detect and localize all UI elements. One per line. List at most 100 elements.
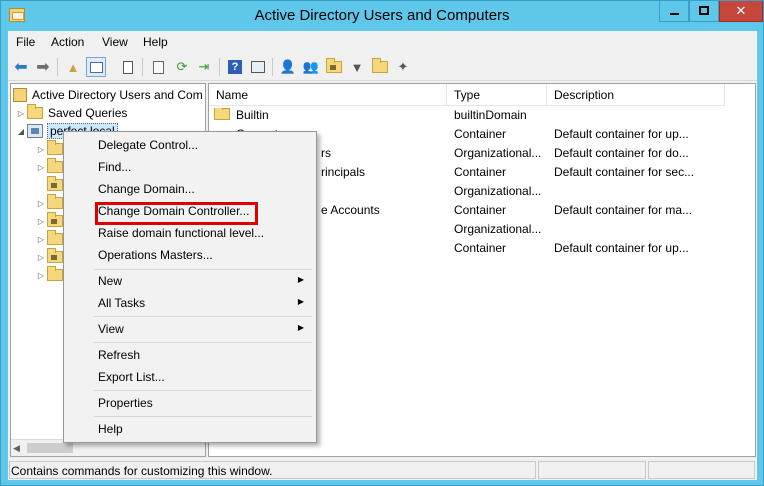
toolbar-separator [57, 58, 58, 76]
menu-item-properties[interactable]: Properties [66, 392, 314, 414]
list-cell-description: Default container for up... [554, 241, 689, 255]
status-bar: Contains commands for customizing this w… [8, 459, 757, 480]
list-cell-type: Container [454, 165, 507, 179]
tree-item-label: Saved Queries [48, 106, 128, 120]
menu-separator [94, 316, 312, 317]
menu-item-label: New [98, 274, 123, 288]
menu-item-change-domain[interactable]: Change Domain... [66, 178, 314, 200]
menu-item-new[interactable]: New ▶ [66, 270, 314, 292]
highlight-box [95, 202, 258, 225]
window-title: Active Directory Users and Computers [254, 7, 510, 24]
list-cell-type: Container [454, 241, 507, 255]
column-header-description[interactable]: Description [547, 84, 725, 106]
menu-action[interactable]: Action [51, 35, 84, 49]
tree-root[interactable]: Active Directory Users and Com [13, 86, 203, 104]
context-menu: Delegate Control... Find... Change Domai… [63, 131, 317, 443]
console-root-icon [13, 88, 27, 102]
list-cell-description: Default container for sec... [554, 165, 695, 179]
expand-icon[interactable]: ▷ [15, 109, 27, 118]
tree-item-saved-queries[interactable]: ▷ Saved Queries [15, 104, 127, 122]
expand-icon[interactable]: ▷ [35, 271, 47, 280]
menu-item-refresh[interactable]: Refresh [66, 344, 314, 366]
console-icon[interactable] [248, 57, 268, 77]
expand-icon[interactable]: ▷ [35, 235, 47, 244]
new-ou-icon[interactable] [324, 57, 344, 77]
menu-item-export-list[interactable]: Export List... [66, 366, 314, 388]
menu-bar: File Action View Help [8, 31, 757, 53]
new-group-icon[interactable]: 👥 [301, 57, 321, 77]
menu-item-label: All Tasks [98, 296, 146, 310]
toolbar-separator [142, 58, 143, 76]
menu-item-label: View [98, 322, 124, 336]
ou-folder-icon [47, 212, 63, 227]
folder-icon [47, 230, 63, 245]
domain-icon [27, 124, 43, 138]
refresh-icon[interactable]: ⟳ [172, 57, 192, 77]
filter-icon[interactable]: ▼ [347, 57, 367, 77]
menu-help[interactable]: Help [143, 35, 168, 49]
submenu-arrow-icon: ▶ [297, 275, 304, 284]
help-icon[interactable]: ? [225, 57, 245, 77]
menu-item-find[interactable]: Find... [66, 156, 314, 178]
folder-icon [47, 158, 63, 173]
list-row[interactable]: Builtin builtinDomain [209, 106, 755, 125]
minimize-icon [669, 13, 679, 15]
scroll-left-icon[interactable]: ◀ [13, 443, 20, 454]
new-user-icon[interactable]: 👤 [278, 57, 298, 77]
tree-root-label: Active Directory Users and Com [32, 88, 203, 102]
list-cell-description: Default container for up... [554, 127, 689, 141]
menu-view[interactable]: View [102, 35, 128, 49]
forward-icon[interactable]: ➡ [33, 57, 53, 77]
list-cell-type: Container [454, 127, 507, 141]
list-cell-type: Organizational... [454, 146, 542, 160]
menu-item-operations-masters[interactable]: Operations Masters... [66, 244, 314, 266]
menu-separator [94, 390, 312, 391]
close-icon: ✕ [735, 3, 747, 18]
show-hide-tree-icon[interactable] [86, 57, 106, 77]
menu-separator [94, 416, 312, 417]
toolbar-separator [219, 58, 220, 76]
collapse-icon[interactable]: ◢ [15, 127, 27, 136]
status-panel [648, 461, 755, 479]
maximize-button[interactable] [689, 1, 719, 22]
minimize-button[interactable] [659, 1, 689, 22]
back-icon[interactable]: ⬅ [11, 57, 31, 77]
expand-icon[interactable]: ▷ [35, 163, 47, 172]
menu-file[interactable]: File [16, 35, 35, 49]
scroll-thumb[interactable] [27, 443, 73, 453]
menu-item-view[interactable]: View ▶ [66, 318, 314, 340]
close-button[interactable]: ✕ [719, 1, 763, 22]
properties-icon[interactable] [148, 57, 168, 77]
up-icon[interactable]: ▲ [63, 57, 83, 77]
folder-icon [47, 266, 63, 281]
ou-folder-icon [47, 248, 63, 263]
list-cell-name: Builtin [236, 108, 269, 122]
menu-item-delegate-control[interactable]: Delegate Control... [66, 134, 314, 156]
menu-separator [94, 342, 312, 343]
add-to-group-icon[interactable] [370, 57, 390, 77]
list-cell-type: builtinDomain [454, 108, 527, 122]
expand-icon[interactable]: ▷ [35, 199, 47, 208]
export-icon[interactable]: ⇥ [194, 57, 214, 77]
status-panel [538, 461, 646, 479]
expand-icon[interactable]: ▷ [35, 145, 47, 154]
expand-icon[interactable]: ▷ [35, 217, 47, 226]
column-header-name[interactable]: Name [209, 84, 447, 106]
menu-item-all-tasks[interactable]: All Tasks ▶ [66, 292, 314, 314]
menu-item-raise-functional-level[interactable]: Raise domain functional level... [66, 222, 314, 244]
clipboard-icon[interactable] [118, 57, 138, 77]
delegate-icon[interactable]: ✦ [393, 57, 413, 77]
title-bar[interactable]: Active Directory Users and Computers ✕ [1, 1, 763, 31]
list-cell-description: Default container for ma... [554, 203, 693, 217]
column-header-type[interactable]: Type [447, 84, 547, 106]
list-cell-name: e Accounts [321, 203, 380, 217]
folder-icon [47, 140, 63, 155]
list-cell-name: rs [321, 146, 331, 160]
status-text: Contains commands for customizing this w… [9, 461, 536, 479]
submenu-arrow-icon: ▶ [297, 323, 304, 332]
menu-item-help[interactable]: Help [66, 418, 314, 440]
ou-folder-icon [47, 176, 63, 191]
expand-icon[interactable]: ▷ [35, 253, 47, 262]
submenu-arrow-icon: ▶ [297, 297, 304, 306]
list-cell-type: Container [454, 203, 507, 217]
